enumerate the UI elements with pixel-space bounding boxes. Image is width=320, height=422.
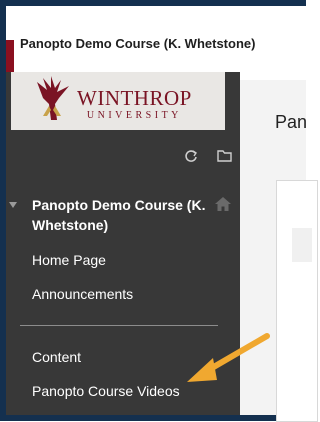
- main-top-strip: [240, 72, 306, 80]
- collapse-caret-icon[interactable]: [9, 202, 17, 210]
- logo-word-university: UNIVERSITY: [86, 110, 182, 121]
- header-course-title: Panopto Demo Course (K. Whetstone): [20, 36, 256, 51]
- eagle-logo-icon: [37, 76, 69, 120]
- sidebar-item-label: Home Page: [32, 252, 106, 268]
- page-title: Pan: [275, 112, 308, 132]
- content-placeholder: [292, 228, 312, 262]
- sidebar-item-label: Announcements: [32, 286, 134, 302]
- sidebar-item-home-page[interactable]: Home Page: [32, 252, 106, 268]
- sidebar-item-panopto-course-videos[interactable]: Panopto Course Videos: [32, 383, 180, 399]
- logo-word-winthrop: WINTHROP: [77, 86, 192, 110]
- sidebar-item-label: Panopto Demo Course (K. Whetstone): [32, 197, 206, 233]
- refresh-icon[interactable]: [184, 149, 198, 163]
- menu-divider: [20, 325, 218, 326]
- folder-icon[interactable]: [217, 149, 232, 162]
- pointer-arrow: [187, 333, 270, 382]
- content-panel: [276, 180, 318, 422]
- header-bar: Panopto Demo Course (K. Whetstone): [6, 6, 306, 73]
- home-icon[interactable]: [215, 197, 231, 211]
- university-logo[interactable]: WINTHROP UNIVERSITY: [11, 72, 225, 130]
- logo-wordmark: WINTHROP UNIVERSITY: [77, 88, 192, 121]
- sidebar-item-announcements[interactable]: Announcements: [32, 286, 133, 302]
- sidebar-item-content[interactable]: Content: [32, 349, 81, 365]
- sidebar-item-label: Content: [32, 349, 82, 365]
- sidebar-item-course-title[interactable]: Panopto Demo Course (K. Whetstone): [32, 195, 208, 235]
- sidebar-item-label: Panopto Course Videos: [32, 383, 180, 399]
